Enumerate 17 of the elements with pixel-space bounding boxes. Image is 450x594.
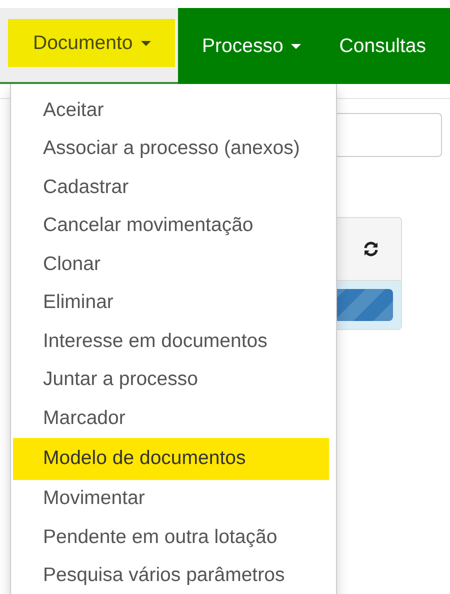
menu-item[interactable]: Cadastrar [13,168,329,206]
nav-menu-item[interactable]: Consultas [315,8,440,84]
menu-item[interactable]: Marcador [13,399,329,438]
menu-item[interactable]: Pesquisa vários parâmetros [13,556,329,594]
nav-menu-item[interactable]: Processo [178,8,316,84]
menu-item[interactable]: Juntar a processo [13,360,329,399]
menu-item[interactable]: Movimentar [13,480,329,518]
menu-item[interactable]: Aceitar [13,91,329,130]
nav-menu-item[interactable]: Documento [0,8,178,84]
menu-item[interactable]: Clonar [13,245,329,284]
menu-item[interactable]: Pendente em outra lotação [13,518,329,556]
refresh-icon[interactable] [363,241,379,257]
menu-item[interactable]: Modelo de documentos [13,438,329,480]
menu-item[interactable]: Interesse em documentos [13,322,329,360]
menu-item[interactable]: Eliminar [13,284,329,322]
menu-item[interactable]: Associar a processo (anexos) [13,130,329,168]
menu-item[interactable]: Cancelar movimentação [13,206,329,245]
